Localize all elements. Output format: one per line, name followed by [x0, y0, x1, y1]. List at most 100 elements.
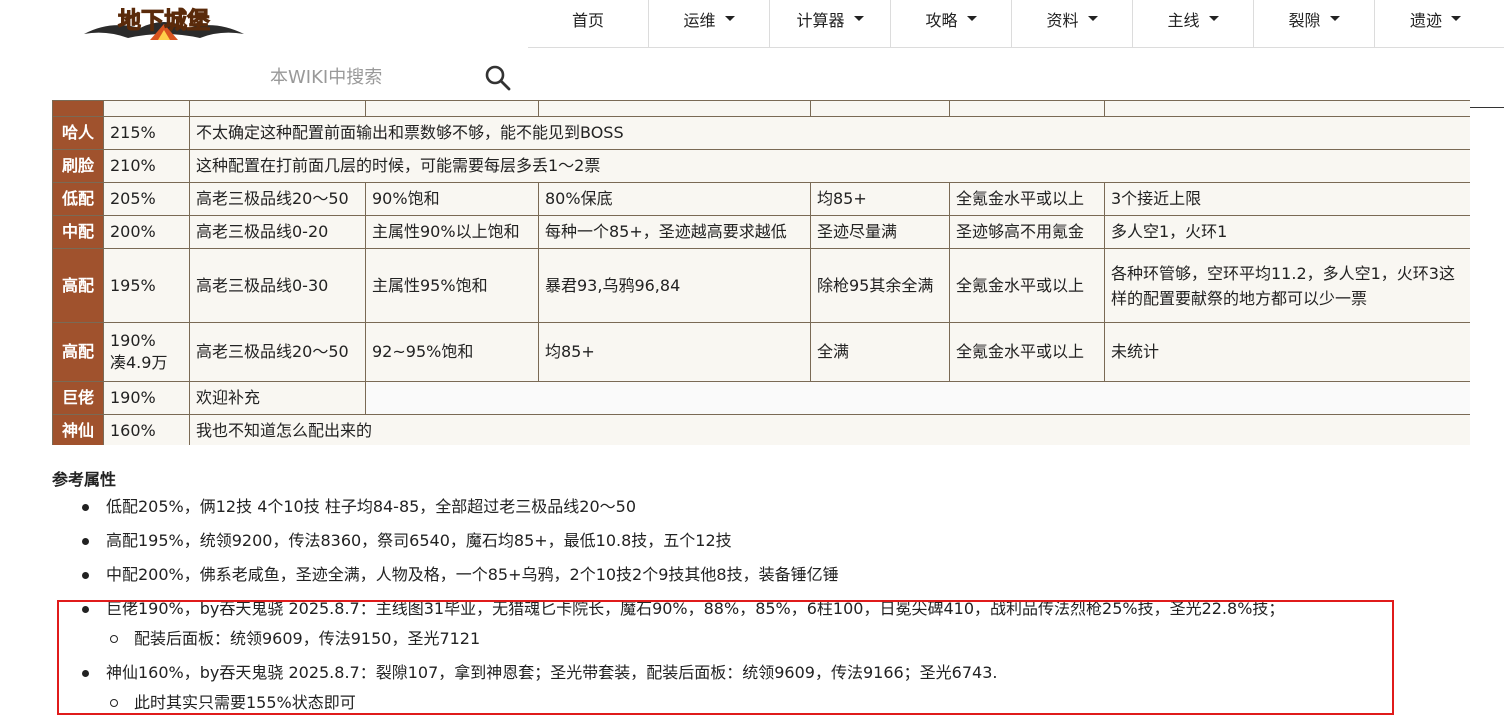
table-cell: 除枪95其余全满 [810, 248, 950, 323]
table-cell: 高老三极品线0-30 [189, 248, 366, 323]
nav-rift[interactable]: 裂隙 [1254, 0, 1375, 47]
table-cell: 全氪金水平或以上 [949, 182, 1105, 216]
table-cell: 全满 [810, 322, 950, 382]
rate-cell: 215% [103, 116, 190, 150]
table-header-row [52, 100, 1470, 117]
nav-label: 资料 [1046, 10, 1079, 30]
search-input[interactable] [258, 60, 492, 94]
list-item: 低配205%，俩12技 4个10技 柱子均84-85，全部超过老三极品线20～5… [52, 496, 1452, 518]
list-item-text: 高配195%，统领9200，传法8360，祭司6540，魔石均85+，最低10.… [106, 531, 732, 550]
section-title: 参考属性 [52, 470, 117, 489]
config-table: 哈人 215% 不太确定这种配置前面输出和票数够不够，能不能见到BOSS 刷脸 … [52, 100, 1470, 445]
sub-list-item: 此时其实只需要155%状态即可 [106, 692, 1452, 714]
table-row: 神仙 160% 我也不知道怎么配出来的 [52, 414, 1470, 445]
table-cell: 92~95%饱和 [365, 322, 539, 382]
nav-label: 攻略 [925, 10, 958, 30]
table-cell: 均85+ [810, 182, 950, 216]
level-cell: 神仙 [52, 414, 104, 445]
table-cell: 高老三极品线20～50 [189, 182, 366, 216]
level-cell: 高配 [52, 248, 104, 323]
caret-down-icon [1329, 16, 1340, 21]
caret-down-icon [853, 16, 864, 21]
rate-cell: 195% [103, 248, 190, 323]
table-row: 刷脸 210% 这种配置在打前面几层的时候，可能需要每层多丢1～2票 [52, 149, 1470, 183]
logo-emblem: 地下城堡 [84, 7, 244, 40]
nav-data[interactable]: 资料 [1012, 0, 1133, 47]
nav-label: 首页 [571, 10, 604, 30]
table-cell: 高老三极品线20～50 [189, 322, 366, 382]
nav-home[interactable]: 首页 [528, 0, 649, 47]
table-cell: 暴君93,乌鸦96,84 [538, 248, 811, 323]
note-cell: 这种配置在打前面几层的时候，可能需要每层多丢1～2票 [189, 149, 1470, 183]
nav-relics[interactable]: 遗迹 [1375, 0, 1496, 47]
reference-list: 低配205%，俩12技 4个10技 柱子均84-85，全部超过老三极品线20～5… [52, 496, 1452, 726]
sub-list-item: 配装后面板：统领9609，传法9150，圣光7121 [106, 628, 1452, 650]
table-row: 高配 190% 凑4.9万 高老三极品线20～50 92~95%饱和 均85+ … [52, 322, 1470, 382]
list-item-text: 低配205%，俩12技 4个10技 柱子均84-85，全部超过老三极品线20～5… [106, 497, 637, 516]
caret-down-icon [1451, 16, 1461, 21]
nav-main-quest[interactable]: 主线 [1133, 0, 1254, 47]
main-nav: 首页 运维 计算器 攻略 资料 主线 裂隙 遗迹 [528, 0, 1504, 48]
nav-calculator[interactable]: 计算器 [770, 0, 891, 47]
table-cell: 均85+ [538, 322, 811, 382]
note-cell: 欢迎补充 [189, 381, 366, 415]
rate-cell: 190% [103, 381, 190, 415]
nav-ops[interactable]: 运维 [649, 0, 770, 47]
nav-label: 计算器 [796, 10, 845, 30]
list-item-text: 神仙160%，by吞天鬼骁 2025.8.7：裂隙107，拿到神恩套；圣光带套装… [106, 663, 998, 682]
rate-cell: 190% 凑4.9万 [103, 322, 190, 382]
table-cell: 主属性95%饱和 [365, 248, 539, 323]
table-row: 巨佬 190% 欢迎补充 [52, 381, 1470, 415]
level-cell: 哈人 [52, 116, 104, 150]
level-cell: 巨佬 [52, 381, 104, 415]
table-row: 低配 205% 高老三极品线20～50 90%饱和 80%保底 均85+ 全氪金… [52, 182, 1470, 216]
level-cell: 高配 [52, 322, 104, 382]
caret-down-icon [724, 16, 735, 21]
nav-label: 主线 [1167, 10, 1200, 30]
rate-note-line: 凑4.9万 [110, 353, 168, 372]
empty-cell [365, 381, 1470, 415]
table-cell: 多人空1，火环1 [1104, 215, 1470, 249]
level-cell: 中配 [52, 215, 104, 249]
list-item-text: 中配200%，佛系老咸鱼，圣迹全满，人物及格，一个85+乌鸦，2个10技2个9技… [106, 565, 839, 584]
nav-guides[interactable]: 攻略 [891, 0, 1012, 47]
caret-down-icon [1208, 16, 1219, 21]
rate-cell: 210% [103, 149, 190, 183]
note-cell: 我也不知道怎么配出来的 [189, 414, 1470, 445]
note-cell: 不太确定这种配置前面输出和票数够不够，能不能见到BOSS [189, 116, 1470, 150]
table-cell: 全氪金水平或以上 [949, 248, 1105, 323]
rate-line: 190% [110, 331, 156, 350]
table-cell: 圣迹够高不用氪金 [949, 215, 1105, 249]
config-table-viewport: 哈人 215% 不太确定这种配置前面输出和票数够不够，能不能见到BOSS 刷脸 … [52, 100, 1470, 445]
table-cell: 80%保底 [538, 182, 811, 216]
level-cell: 刷脸 [52, 149, 104, 183]
table-cell: 主属性90%以上饱和 [365, 215, 539, 249]
list-item-text: 巨佬190%，by吞天鬼骁 2025.8.7：主线图31毕业，无猎魂匕卡院长，魔… [106, 599, 1285, 618]
table-cell: 全氪金水平或以上 [949, 322, 1105, 382]
logo-text: 地下城堡 [118, 7, 210, 34]
rate-cell: 160% [103, 414, 190, 445]
caret-down-icon [1087, 16, 1098, 21]
table-row: 高配 195% 高老三极品线0-30 主属性95%饱和 暴君93,乌鸦96,84… [52, 248, 1470, 323]
nav-label: 裂隙 [1288, 10, 1321, 30]
sub-list: 此时其实只需要155%状态即可 [106, 692, 1452, 714]
level-cell: 低配 [52, 182, 104, 216]
rate-cell: 205% [103, 182, 190, 216]
table-row: 哈人 215% 不太确定这种配置前面输出和票数够不够，能不能见到BOSS [52, 116, 1470, 150]
table-cell: 每种一个85+，圣迹越高要求越低 [538, 215, 811, 249]
list-item: 巨佬190%，by吞天鬼骁 2025.8.7：主线图31毕业，无猎魂匕卡院长，魔… [52, 598, 1452, 650]
sub-list: 配装后面板：统领9609，传法9150，圣光7121 [106, 628, 1452, 650]
table-cell: 90%饱和 [365, 182, 539, 216]
table-cell: 未统计 [1104, 322, 1470, 382]
table-cell: 各种环管够，空环平均11.2，多人空1，火环3这样的配置要献祭的地方都可以少一票 [1104, 248, 1470, 323]
rate-cell: 200% [103, 215, 190, 249]
list-item: 高配195%，统领9200，传法8360，祭司6540，魔石均85+，最低10.… [52, 530, 1452, 552]
list-item: 中配200%，佛系老咸鱼，圣迹全满，人物及格，一个85+乌鸦，2个10技2个9技… [52, 564, 1452, 586]
nav-label: 遗迹 [1409, 10, 1442, 30]
table-cell: 圣迹尽量满 [810, 215, 950, 249]
search-icon[interactable] [484, 64, 512, 92]
list-item: 神仙160%，by吞天鬼骁 2025.8.7：裂隙107，拿到神恩套；圣光带套装… [52, 662, 1452, 714]
table-row: 中配 200% 高老三极品线0-20 主属性90%以上饱和 每种一个85+，圣迹… [52, 215, 1470, 249]
site-logo[interactable]: 地下城堡 [80, 0, 248, 44]
table-cell: 3个接近上限 [1104, 182, 1470, 216]
